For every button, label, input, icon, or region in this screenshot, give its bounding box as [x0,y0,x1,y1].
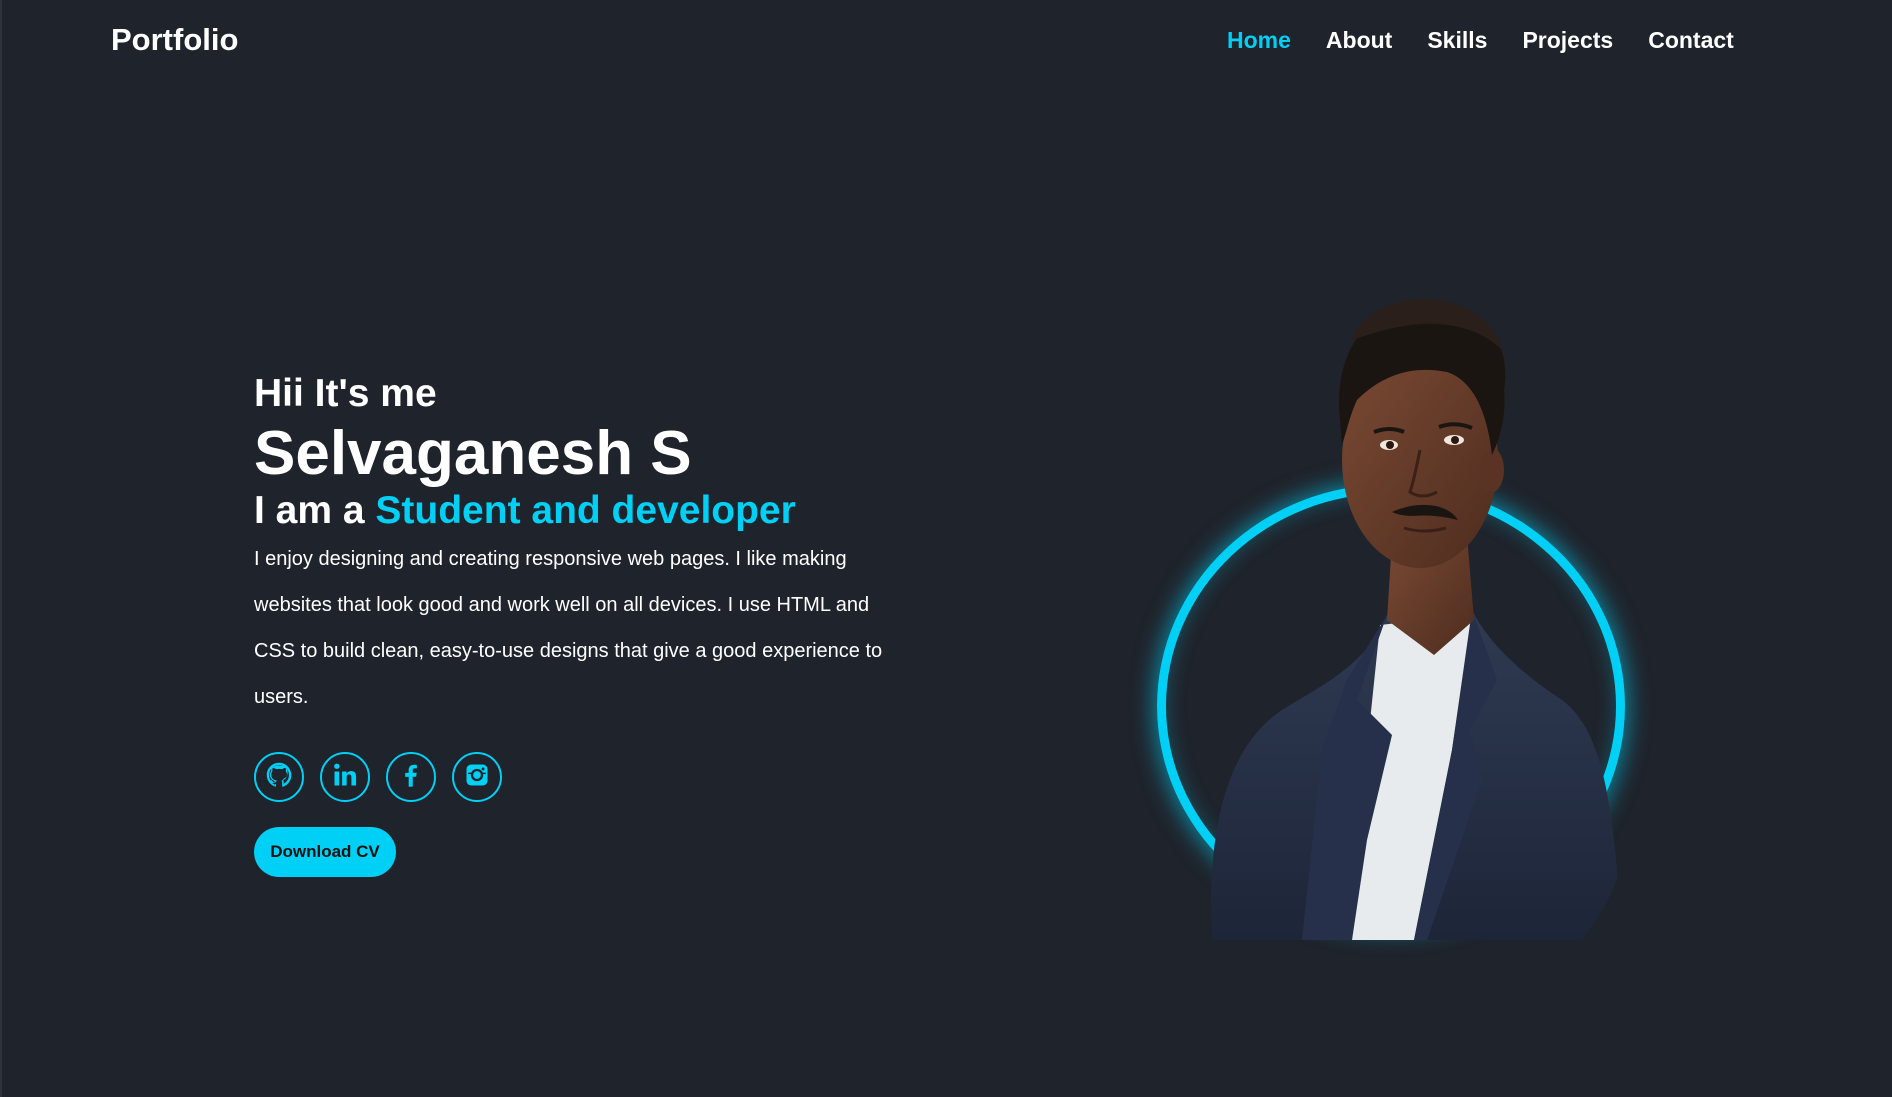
profile-portrait [1152,280,1632,940]
role-highlight: Student and developer [375,489,796,532]
nav-home[interactable]: Home [1227,26,1291,54]
nav-projects[interactable]: Projects [1522,26,1613,54]
hero-description: I enjoy designing and creating responsiv… [254,548,883,708]
instagram-link[interactable] [452,752,502,802]
facebook-icon [397,761,425,794]
site-header: Portfolio Home About Skills Projects Con… [2,0,1892,84]
social-links [254,752,502,802]
hero-greeting: Hii It's me [254,372,437,415]
github-icon [265,761,293,794]
main-nav: Home About Skills Projects Contact [1227,26,1769,54]
hero-role: I am a Student and developer [254,486,914,536]
logo-link[interactable]: Portfolio [111,22,238,58]
hero-intro: Hii It's me Selvaganesh S I am a Student… [254,370,914,720]
profile-photo [1211,299,1622,940]
linkedin-icon [331,761,359,794]
nav-skills[interactable]: Skills [1427,26,1487,54]
facebook-link[interactable] [386,752,436,802]
github-link[interactable] [254,752,304,802]
hero-name: Selvaganesh S [254,419,692,488]
nav-contact[interactable]: Contact [1648,26,1734,54]
portfolio-page: Portfolio Home About Skills Projects Con… [0,0,1892,1097]
download-cv-button[interactable]: Download CV [254,827,396,877]
instagram-icon [463,761,491,794]
linkedin-link[interactable] [320,752,370,802]
role-prefix: I am a [254,489,376,532]
nav-about[interactable]: About [1326,26,1392,54]
